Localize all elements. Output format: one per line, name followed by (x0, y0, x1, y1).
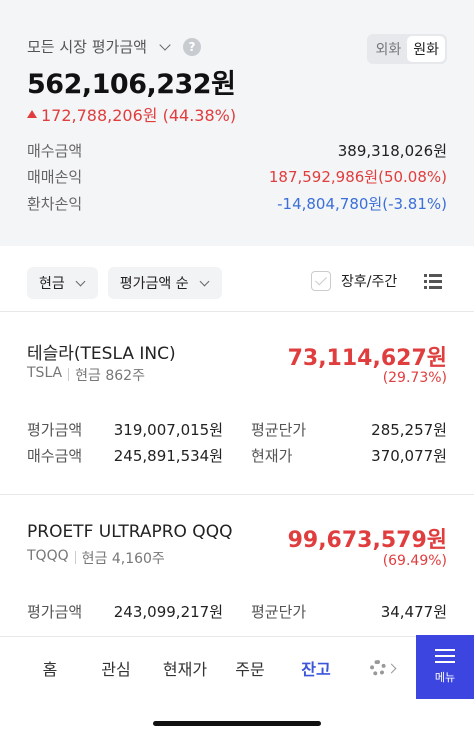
home-indicator (153, 721, 321, 726)
currency-foreign-option[interactable]: 외화 (369, 36, 407, 62)
tab-watchlist[interactable]: 관심 (100, 656, 132, 680)
filter-bar: 현금 평가금액 순 (27, 267, 222, 299)
stock-kv: 평가금액 319,007,015원 (27, 419, 223, 440)
summary-row-purchase: 매수금액 389,318,026원 (27, 140, 447, 161)
summary-row-value: -14,804,780원(-3.81%) (277, 195, 447, 213)
kv-key: 평균단가 (251, 603, 307, 621)
total-change: 172,788,206원 (44.38%) (27, 102, 236, 126)
kv-key: 평가금액 (27, 603, 83, 621)
stock-sub-info: TQQQ 현금 4,160주 (27, 548, 165, 568)
tab-quote[interactable]: 현재가 (161, 656, 209, 680)
stock-ticker: TQQQ (27, 548, 69, 564)
chevron-right-icon (386, 663, 397, 673)
stock-holding: 현금 862주 (75, 368, 145, 384)
chevron-down-icon (199, 276, 210, 286)
stock-holding: 현금 4,160주 (81, 551, 165, 567)
after-hours-checkbox[interactable]: 장후/주간 (311, 271, 397, 291)
bottom-navigation: 홈 관심 현재가 주문 잔고 메뉴 (0, 635, 474, 735)
stock-ticker: TSLA (27, 365, 63, 381)
checkbox-icon[interactable] (311, 271, 331, 291)
stock-sub-info: TSLA 현금 862주 (27, 365, 145, 385)
stock-name: 테슬라(TESLA INC) (27, 344, 176, 364)
tab-home[interactable]: 홈 (40, 656, 60, 680)
stock-kv: 평균단가 285,257원 (251, 419, 447, 440)
stock-kv: 매수금액 245,891,534원 (27, 445, 223, 466)
summary-row-label: 매매손익 (27, 168, 83, 186)
portfolio-summary: 모든 시장 평가금액 ? 외화 원화 562,106,232원 172,788,… (0, 0, 474, 246)
menu-button[interactable]: 메뉴 (416, 635, 474, 699)
tab-balance[interactable]: 잔고 (300, 656, 332, 680)
balance-screen: 모든 시장 평가금액 ? 외화 원화 562,106,232원 172,788,… (0, 0, 474, 735)
market-label: 모든 시장 평가금액 (27, 38, 147, 56)
kv-value: 34,477원 (380, 603, 447, 621)
summary-row-fx-pnl: 환차손익 -14,804,780원(-3.81%) (27, 193, 447, 214)
stock-card-tqqq[interactable]: PROETF ULTRAPRO QQQ TQQQ 현금 4,160주 99,67… (0, 494, 474, 636)
stock-name: PROETF ULTRAPRO QQQ (27, 522, 233, 542)
kv-value: 243,099,217원 (113, 603, 223, 621)
more-tabs[interactable] (370, 660, 397, 676)
kv-value: 319,007,015원 (113, 421, 223, 439)
tab-order[interactable]: 주문 (234, 656, 266, 680)
kv-key: 평가금액 (27, 421, 83, 439)
sort-dropdown[interactable]: 평가금액 순 (107, 267, 222, 299)
summary-row-label: 매수금액 (27, 142, 83, 160)
help-icon[interactable]: ? (182, 37, 201, 56)
stock-value: 73,114,627원 (287, 346, 447, 371)
kv-value: 245,891,534원 (113, 447, 223, 465)
kv-key: 매수금액 (27, 447, 83, 465)
menu-label: 메뉴 (434, 671, 456, 684)
stock-kv: 현재가 370,077원 (251, 445, 447, 466)
currency-won-option[interactable]: 원화 (407, 36, 445, 62)
stock-value: 99,673,579원 (287, 528, 447, 553)
cash-dropdown[interactable]: 현금 (27, 267, 98, 299)
stock-return-rate: (29.73%) (382, 370, 447, 386)
kv-value: 285,257원 (371, 421, 447, 439)
currency-toggle[interactable]: 외화 원화 (367, 34, 447, 64)
kv-key: 평균단가 (251, 421, 307, 439)
summary-row-trading-pnl: 매매손익 187,592,986원(50.08%) (27, 166, 447, 187)
total-valuation: 562,106,232원 (27, 69, 236, 100)
kv-value: 370,077원 (371, 447, 447, 465)
stock-kv: 평가금액 243,099,217원 (27, 601, 223, 622)
triangle-up-icon (27, 110, 37, 118)
stock-kv: 평균단가 34,477원 (251, 601, 447, 622)
gear-icon (370, 660, 386, 676)
list-view-icon[interactable] (424, 274, 442, 290)
hamburger-icon (435, 649, 455, 663)
market-selector[interactable]: 모든 시장 평가금액 ? (27, 36, 201, 57)
chevron-down-icon (159, 38, 171, 51)
summary-row-value: 389,318,026원 (337, 142, 447, 160)
sort-dropdown-label: 평가금액 순 (119, 276, 189, 292)
total-change-value: 172,788,206원 (44.38%) (41, 106, 237, 125)
kv-key: 현재가 (251, 447, 293, 465)
tab-bar: 홈 관심 현재가 주문 잔고 (0, 637, 416, 699)
chevron-down-icon (75, 276, 86, 286)
stock-return-rate: (69.49%) (382, 553, 447, 569)
summary-row-label: 환차손익 (27, 195, 83, 213)
cash-dropdown-label: 현금 (39, 276, 65, 292)
after-hours-label: 장후/주간 (341, 274, 398, 290)
stock-card-tsla[interactable]: 테슬라(TESLA INC) TSLA 현금 862주 73,114,627원 … (0, 311, 474, 494)
summary-row-value: 187,592,986원(50.08%) (268, 168, 447, 186)
